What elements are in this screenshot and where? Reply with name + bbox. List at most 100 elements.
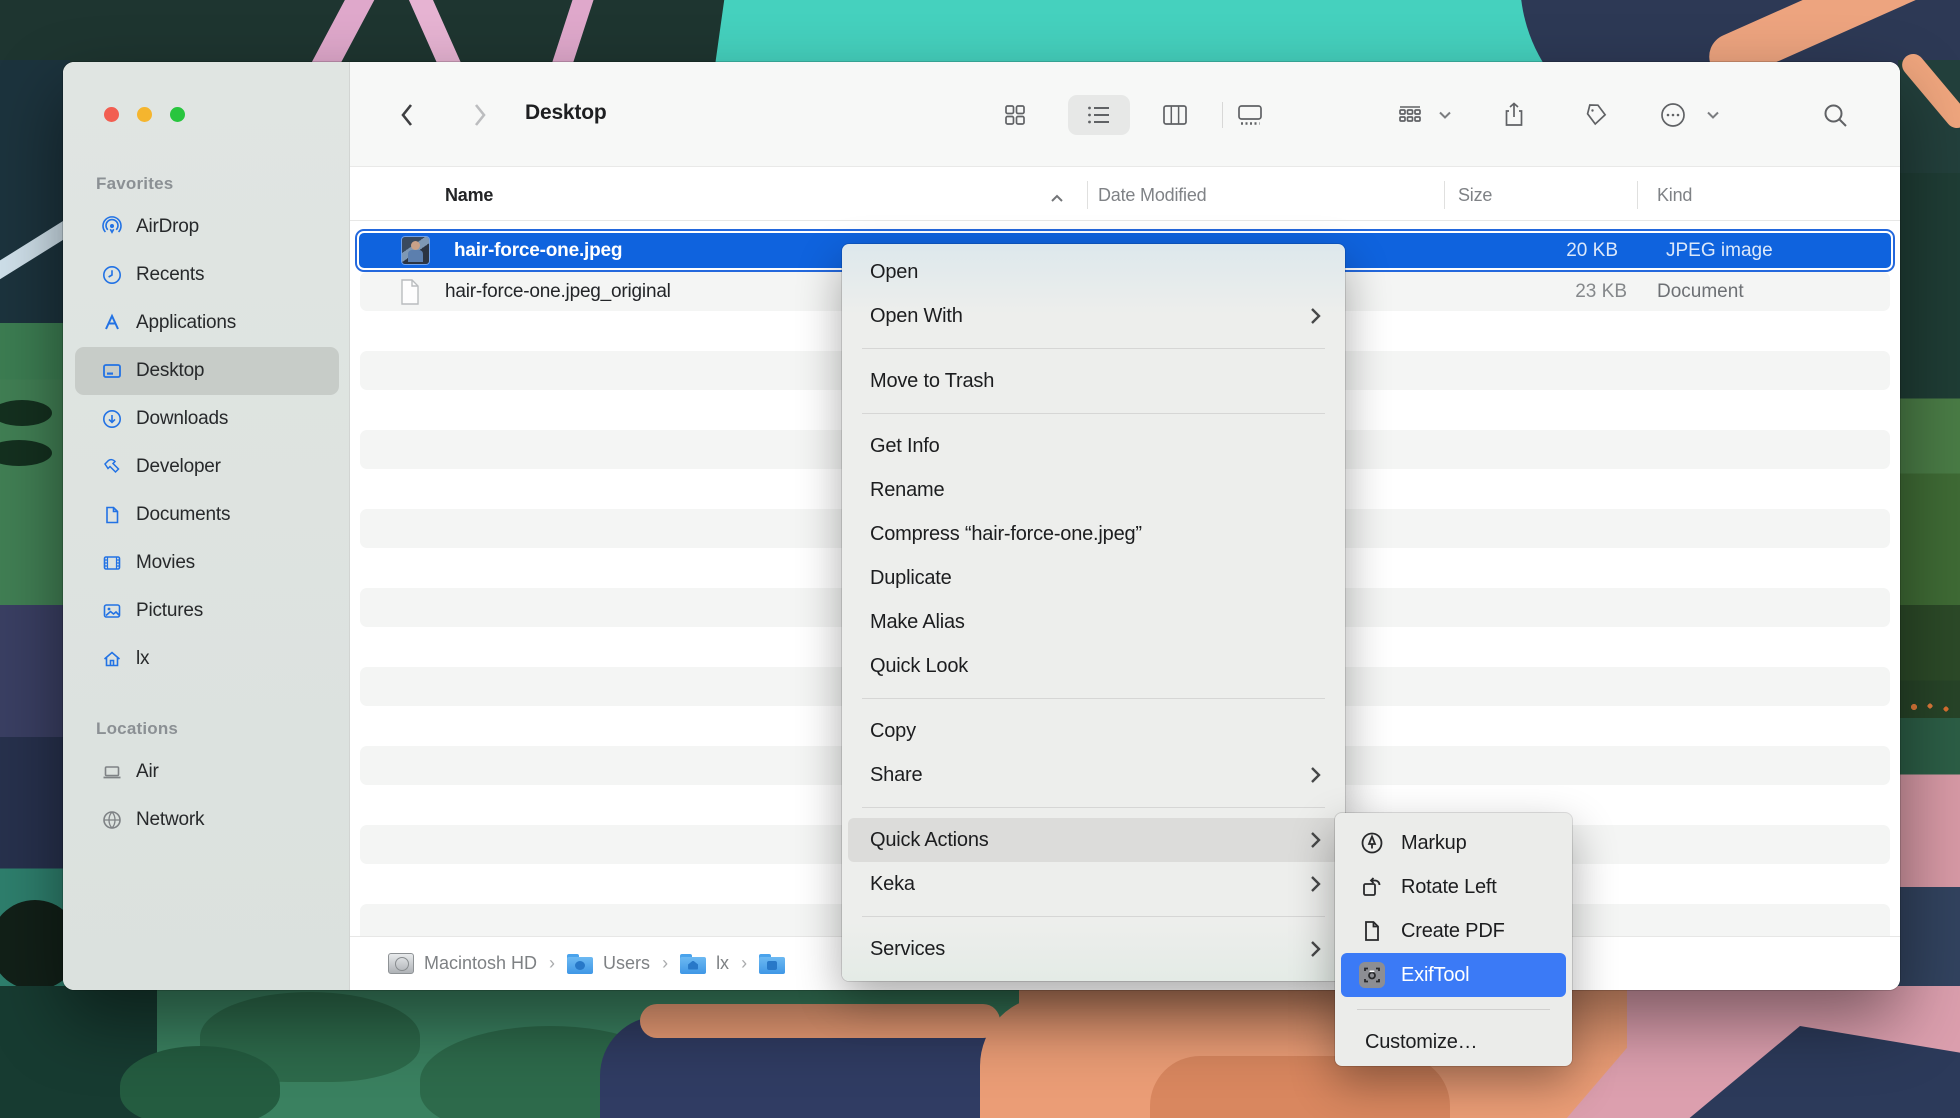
group-by-button[interactable] (1390, 95, 1430, 135)
sidebar-item-recents[interactable]: Recents (75, 251, 339, 299)
sidebar-item-documents[interactable]: Documents (75, 491, 339, 539)
menu-item-rename[interactable]: Rename (842, 468, 1345, 512)
forward-button[interactable] (463, 98, 497, 132)
menu-item-keka[interactable]: Keka (842, 862, 1345, 906)
group-by-icon (1397, 103, 1423, 127)
path-label: lx (716, 953, 729, 974)
gallery-view-icon (1236, 103, 1264, 127)
zoom-button[interactable] (170, 107, 185, 122)
document-file-icon (399, 278, 421, 306)
back-button[interactable] (390, 98, 424, 132)
more-options-button[interactable] (1653, 95, 1693, 135)
menu-separator (862, 348, 1325, 349)
file-kind: JPEG image (1666, 240, 1773, 262)
path-separator: › (662, 953, 668, 974)
menu-item-quick-actions[interactable]: Quick Actions (848, 818, 1339, 862)
group-by-chevron-icon[interactable] (1432, 95, 1458, 135)
column-header-name[interactable]: Name (445, 185, 493, 206)
quick-actions-submenu: Markup Rotate Left Create PDF ExifTool C… (1335, 813, 1572, 1066)
menu-label: Quick Actions (870, 829, 989, 852)
tags-button[interactable] (1576, 95, 1616, 135)
menu-label: Services (870, 938, 945, 961)
context-menu: Open Open With Move to Trash Get Info Re… (842, 244, 1345, 981)
menu-item-services[interactable]: Services (842, 927, 1345, 971)
column-divider[interactable] (1444, 181, 1445, 209)
menu-item-make-alias[interactable]: Make Alias (842, 600, 1345, 644)
hard-drive-icon (388, 953, 414, 974)
menu-item-open-with[interactable]: Open With (842, 294, 1345, 338)
wallpaper-leaf-silhouette (120, 1046, 280, 1118)
column-divider[interactable] (1637, 181, 1638, 209)
close-button[interactable] (104, 107, 119, 122)
menu-separator (862, 807, 1325, 808)
menu-item-duplicate[interactable]: Duplicate (842, 556, 1345, 600)
sidebar-item-applications[interactable]: Applications (75, 299, 339, 347)
file-name: hair-force-one.jpeg_original (445, 281, 671, 303)
gallery-view-button[interactable] (1230, 95, 1270, 135)
menu-label: Move to Trash (870, 370, 994, 393)
sidebar-item-pictures[interactable]: Pictures (75, 587, 339, 635)
share-button[interactable] (1494, 95, 1534, 135)
sidebar-item-developer[interactable]: Developer (75, 443, 339, 491)
sidebar-item-desktop[interactable]: Desktop (75, 347, 339, 395)
search-button[interactable] (1815, 95, 1855, 135)
globe-icon (101, 809, 123, 831)
wallpaper-bottom-band (0, 986, 1960, 1118)
list-view-button[interactable] (1068, 95, 1130, 135)
menu-label: Duplicate (870, 567, 952, 590)
folder-home-icon (680, 954, 706, 974)
path-separator: › (741, 953, 747, 974)
submenu-item-rotate-left[interactable]: Rotate Left (1335, 865, 1572, 909)
sidebar-item-network[interactable]: Network (75, 796, 339, 844)
path-item-users[interactable]: Users (567, 953, 650, 974)
grid-view-button[interactable] (995, 95, 1035, 135)
path-item-lx[interactable]: lx (680, 953, 729, 974)
sidebar-item-air[interactable]: Air (75, 748, 339, 796)
sort-ascending-icon[interactable] (1050, 190, 1064, 208)
menu-item-quick-look[interactable]: Quick Look (842, 644, 1345, 688)
airdrop-icon (101, 216, 123, 238)
menu-item-open[interactable]: Open (842, 250, 1345, 294)
path-item-macintosh-hd[interactable]: Macintosh HD (388, 953, 537, 974)
submenu-label: ExifTool (1401, 964, 1469, 987)
submenu-item-markup[interactable]: Markup (1335, 821, 1572, 865)
menu-item-copy[interactable]: Copy (842, 709, 1345, 753)
sidebar-item-label: Movies (136, 552, 195, 574)
menu-item-compress[interactable]: Compress “hair-force-one.jpeg” (842, 512, 1345, 556)
toolbar-divider (1222, 102, 1223, 128)
menu-item-get-info[interactable]: Get Info (842, 424, 1345, 468)
menu-item-move-to-trash[interactable]: Move to Trash (842, 359, 1345, 403)
list-view-icon (1086, 103, 1112, 127)
download-circle-icon (101, 408, 123, 430)
markup-icon (1359, 830, 1385, 856)
sidebar-item-downloads[interactable]: Downloads (75, 395, 339, 443)
file-size: 20 KB (1566, 240, 1618, 262)
sidebar-item-airdrop[interactable]: AirDrop (75, 203, 339, 251)
wallpaper-rock-highlight (640, 1004, 1000, 1038)
more-options-chevron-icon[interactable] (1700, 95, 1726, 135)
file-name: hair-force-one.jpeg (454, 240, 622, 262)
menu-label: Share (870, 764, 922, 787)
window-title: Desktop (525, 101, 606, 125)
submenu-item-customize[interactable]: Customize… (1335, 1022, 1572, 1062)
path-item-desktop-partial[interactable] (759, 954, 795, 974)
minimize-button[interactable] (137, 107, 152, 122)
jpeg-thumbnail (402, 237, 429, 264)
submenu-item-create-pdf[interactable]: Create PDF (1335, 909, 1572, 953)
menu-label: Rename (870, 479, 944, 502)
sidebar-item-lx-home[interactable]: lx (75, 635, 339, 683)
column-header-date-modified[interactable]: Date Modified (1098, 185, 1206, 206)
path-label: Users (603, 953, 650, 974)
sidebar-item-movies[interactable]: Movies (75, 539, 339, 587)
submenu-item-exiftool[interactable]: ExifTool (1341, 953, 1566, 997)
column-divider[interactable] (1087, 181, 1088, 209)
menu-item-share[interactable]: Share (842, 753, 1345, 797)
menu-label: Copy (870, 720, 916, 743)
column-header-size[interactable]: Size (1458, 185, 1492, 206)
columns-view-button[interactable] (1155, 95, 1195, 135)
sidebar: Favorites AirDrop Recents Applications D… (63, 62, 350, 990)
clock-icon (101, 264, 123, 286)
sidebar-item-label: Desktop (136, 360, 204, 382)
column-header-kind[interactable]: Kind (1657, 185, 1692, 206)
submenu-separator (1357, 1009, 1550, 1010)
